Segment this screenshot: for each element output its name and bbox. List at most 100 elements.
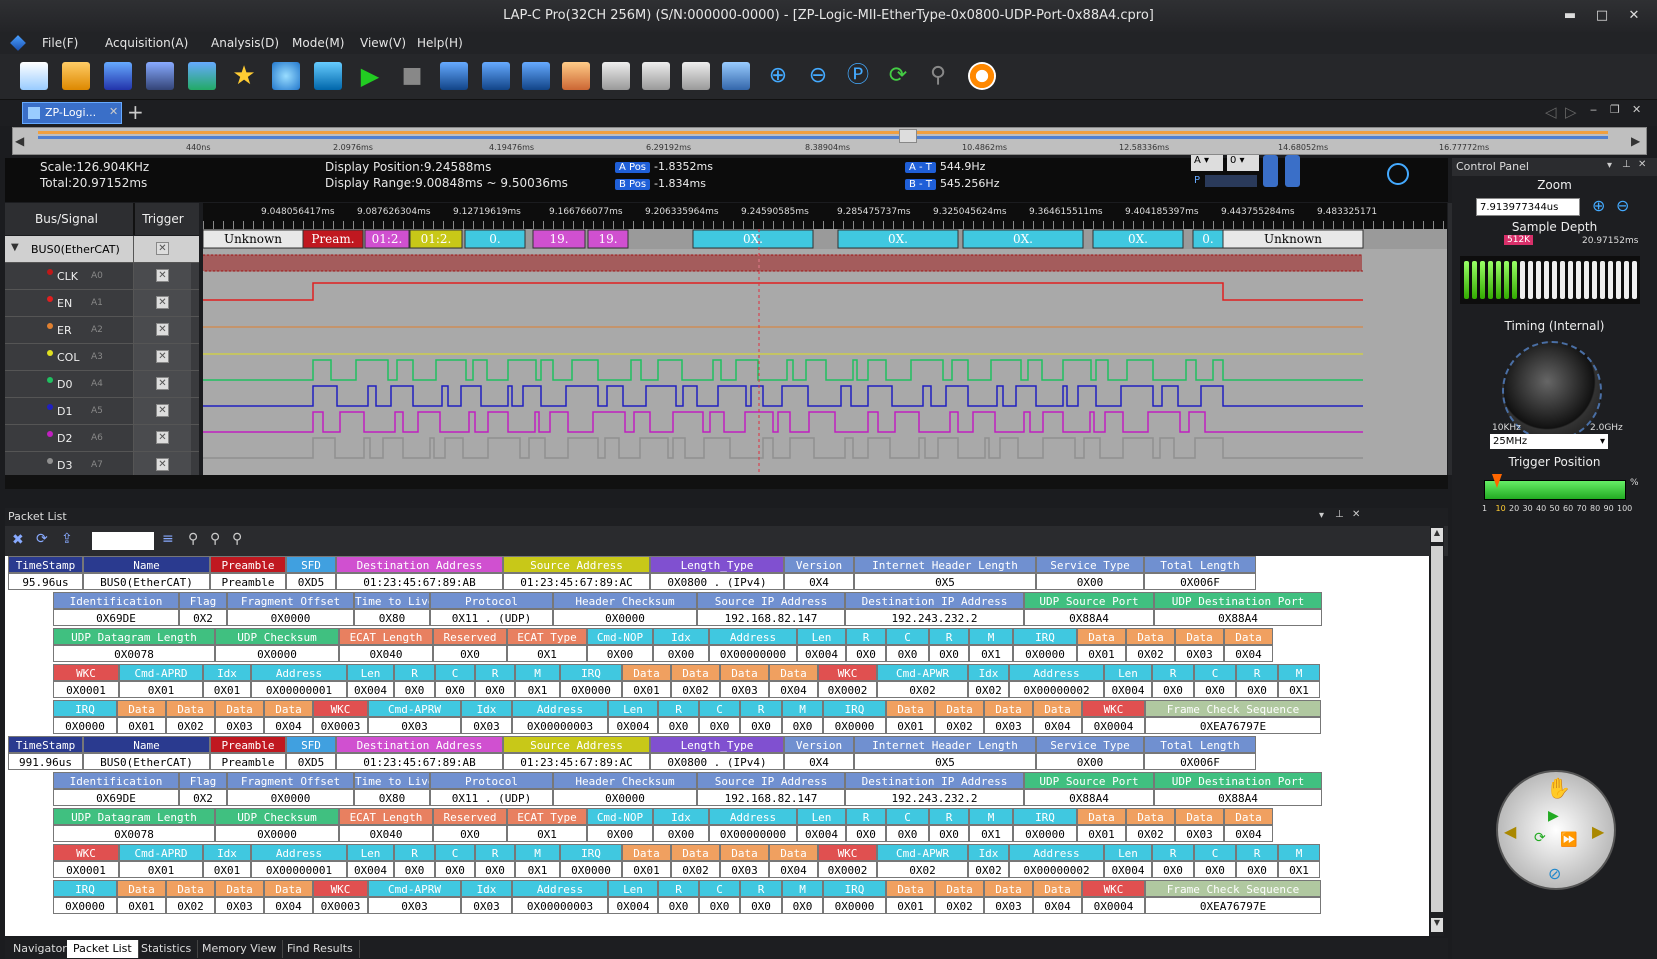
field-header[interactable]: Data [886,700,935,717]
field-header[interactable]: Total Length [1144,556,1256,573]
field-header[interactable]: Data [1175,808,1224,825]
field-value[interactable]: 0X0002 [818,861,877,878]
trigger-checkbox[interactable]: ✕ [156,377,169,390]
field-value[interactable]: 0X69DE [53,789,179,806]
field-header[interactable]: Idx [461,880,512,897]
field-header[interactable]: Idx [203,664,251,681]
field-value[interactable]: 0X0 [435,861,475,878]
field-header[interactable]: Len [608,700,658,717]
menu-acquisition[interactable]: Acquisition(A) [101,32,192,54]
field-header[interactable]: UDP Datagram Length [53,808,215,825]
field-header[interactable]: Service Type [1036,736,1144,753]
field-value[interactable]: BUS0(EtherCAT) [83,753,210,770]
field-header[interactable]: IRQ [823,700,886,717]
packet-list-scrollbar[interactable]: ▲ ▼ [1430,526,1444,936]
field-header[interactable]: Idx [653,808,709,825]
field-value[interactable]: 0X00000003 [512,717,608,734]
field-header[interactable]: R [658,700,699,717]
field-header[interactable]: R [394,844,435,861]
field-value[interactable]: 0X0 [782,897,823,914]
field-header[interactable]: UDP Checksum [215,808,339,825]
field-value[interactable]: 0X004 [797,825,846,842]
field-value[interactable]: Preamble [210,753,286,770]
field-header[interactable]: M [969,628,1013,645]
field-header[interactable]: SFD [286,556,336,573]
field-header[interactable]: Data [215,700,264,717]
field-header[interactable]: R [1236,664,1278,681]
clear-icon[interactable]: ✖ [12,532,24,548]
field-header[interactable]: Source IP Address [697,592,845,609]
wheel-right-icon[interactable]: ▶ [1592,822,1604,841]
field-value[interactable]: 0X0 [475,861,515,878]
field-header[interactable]: C [886,808,929,825]
field-value[interactable]: 0X04 [1033,897,1082,914]
field-value[interactable]: 0X02 [877,861,968,878]
field-header[interactable]: UDP Datagram Length [53,628,215,645]
field-value[interactable]: 0X004 [608,897,658,914]
field-value[interactable]: 0X00000000 [709,825,797,842]
field-header[interactable]: R [846,628,886,645]
new-file-icon[interactable] [20,62,48,90]
menu-mode[interactable]: Mode(M) [288,32,348,54]
field-value[interactable]: 95.96us [8,573,83,590]
field-value[interactable]: 0X0 [886,645,929,662]
field-value[interactable]: 0X03 [368,717,461,734]
menu-help[interactable]: Help(H) [413,32,467,54]
field-value[interactable]: 0X03 [984,717,1033,734]
field-value[interactable]: 0X02 [671,861,720,878]
field-value[interactable]: 0X00 [1036,753,1144,770]
field-value[interactable]: 0X0000 [560,861,622,878]
favorite-star-icon[interactable]: ★ [230,62,258,90]
field-value[interactable]: 0X02 [968,861,1009,878]
field-header[interactable]: Frame Check Sequence [1145,700,1321,717]
field-value[interactable]: 0X0 [1194,861,1236,878]
field-header[interactable]: Address [1009,844,1104,861]
field-header[interactable]: Data [886,880,935,897]
field-value[interactable]: 0X004 [347,681,394,698]
field-header[interactable]: Data [1077,628,1126,645]
field-header[interactable]: Len [608,880,658,897]
field-header[interactable]: Identification [53,772,179,789]
field-value[interactable]: 0X04 [264,897,313,914]
field-header[interactable]: UDP Source Port [1024,592,1154,609]
tab-minimize-icon[interactable]: ‒ [1590,103,1597,116]
field-header[interactable]: Data [720,664,769,681]
field-value[interactable]: 0X0 [699,717,740,734]
field-header[interactable]: Address [709,628,797,645]
field-header[interactable]: Data [1126,808,1175,825]
zoom-out-small-icon[interactable]: ⊖ [1616,196,1629,215]
field-header[interactable]: WKC [1082,700,1145,717]
field-value[interactable]: 0X00000002 [1009,861,1104,878]
field-value[interactable]: 0X00000001 [251,681,347,698]
field-header[interactable]: Destination IP Address [845,772,1024,789]
field-header[interactable]: Cmd-NOP [587,628,653,645]
nav-left-arrow-icon[interactable]: ◀ [15,134,24,148]
field-header[interactable]: Data [935,700,984,717]
field-value[interactable]: 0X0078 [53,645,215,662]
field-header[interactable]: Destination IP Address [845,592,1024,609]
field-value[interactable]: 0X04 [1033,717,1082,734]
field-header[interactable]: Len [347,664,394,681]
field-header[interactable]: Length_Type [650,736,784,753]
field-header[interactable]: Protocol [430,592,553,609]
field-value[interactable]: 0X0 [1236,861,1278,878]
field-header[interactable]: Preamble [210,556,286,573]
field-value[interactable]: 0XEA76797E [1145,897,1321,914]
signal-row[interactable]: COL A3 ✕ [5,344,199,371]
nav-right-arrow-icon[interactable]: ▶ [1631,134,1640,148]
field-value[interactable]: 0X04 [1224,645,1273,662]
open-folder-icon[interactable] [62,62,90,90]
field-header[interactable]: WKC [313,700,368,717]
field-value[interactable]: 0X2 [179,609,227,626]
field-value[interactable]: 0X0 [929,825,969,842]
field-header[interactable]: R [929,628,969,645]
field-value[interactable]: 0X02 [166,897,215,914]
field-header[interactable]: Len [1104,844,1152,861]
tools-icon[interactable] [314,62,342,90]
field-header[interactable]: ECAT Length [339,808,433,825]
refresh-zoom-icon[interactable]: ⟳ [884,62,912,90]
field-value[interactable]: 0X03 [984,897,1033,914]
field-value[interactable]: 0X0003 [313,897,368,914]
field-value[interactable]: 0X01 [1077,645,1126,662]
field-header[interactable]: M [1278,664,1320,681]
